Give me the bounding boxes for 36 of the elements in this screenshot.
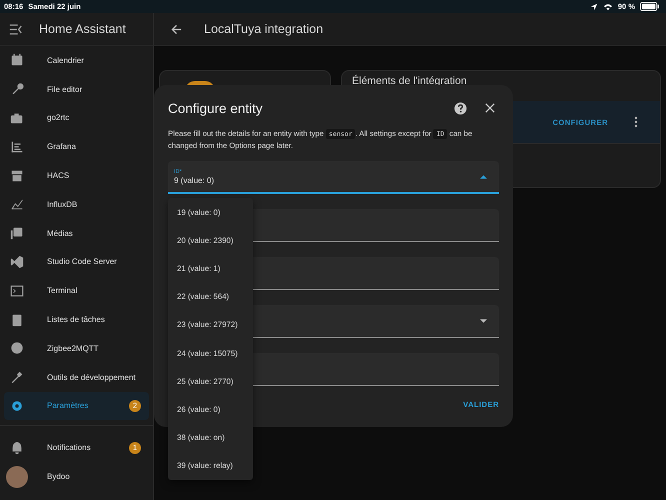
more-icon[interactable]: [634, 116, 638, 128]
caret-up-icon: [480, 174, 487, 178]
battery-icon: [640, 2, 660, 11]
terminal-icon: [10, 284, 24, 298]
location-icon: [590, 2, 598, 10]
sidebar-item[interactable]: Grafana: [4, 132, 149, 162]
sidebar-item[interactable]: Médias: [4, 218, 149, 248]
card-title: Éléments de l'intégration: [351, 74, 468, 87]
settings-icon: [10, 398, 24, 413]
page-title: LocalTuya integration: [204, 22, 324, 36]
chart-icon: [10, 140, 24, 154]
sidebar-item[interactable]: go2rtc: [4, 104, 149, 132]
calendar-icon: [10, 53, 24, 68]
sidebar-item[interactable]: Calendrier: [4, 46, 149, 75]
wifi-icon: [602, 2, 613, 10]
sidebar-item[interactable]: Zigbee2MQTT: [4, 334, 149, 363]
sidebar-item[interactable]: Listes de tâches: [4, 305, 149, 334]
hammer-icon: [10, 370, 24, 384]
sidebar-item[interactable]: File editor: [4, 74, 149, 104]
sidebar-item[interactable]: InfluxDB: [4, 190, 149, 219]
close-icon[interactable]: [485, 103, 495, 113]
caret-down-icon: [480, 319, 487, 323]
store-icon: [10, 168, 24, 183]
app-title: Home Assistant: [39, 22, 126, 36]
dialog-title: Configure entity: [168, 100, 264, 116]
line-chart-icon: [10, 197, 24, 212]
sidebar-item[interactable]: Outils de développement: [4, 362, 149, 392]
menu-icon[interactable]: [9, 24, 23, 34]
bell-icon: [10, 440, 24, 455]
sidebar-item[interactable]: HACS: [4, 161, 149, 190]
user-item[interactable]: Bydoo: [4, 462, 149, 491]
sidebar-item[interactable]: Terminal: [4, 276, 149, 306]
avatar: [6, 466, 28, 488]
back-arrow-icon[interactable]: [171, 24, 182, 34]
sidebar-item[interactable]: Studio Code Server: [4, 248, 149, 276]
help-icon[interactable]: [454, 102, 467, 114]
